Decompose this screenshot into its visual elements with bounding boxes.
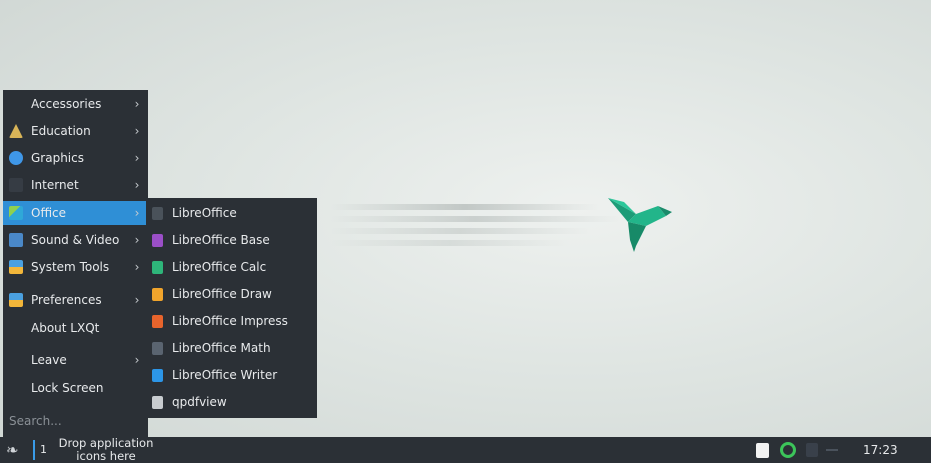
- submenu-item-label: qpdfview: [172, 395, 227, 409]
- submenu-item-libreoffice-impress[interactable]: LibreOffice Impress: [146, 309, 317, 333]
- submenu-item-label: LibreOffice Draw: [172, 287, 272, 301]
- libreoffice-icon: [152, 206, 163, 220]
- libreoffice-base-icon: [152, 233, 163, 247]
- menu-item-label: System Tools: [31, 260, 110, 274]
- menu-item-label: About LXQt: [31, 321, 100, 335]
- libreoffice-draw-icon: [152, 287, 163, 301]
- office-submenu: LibreOffice LibreOffice Base LibreOffice…: [146, 198, 317, 418]
- menu-item-preferences[interactable]: Preferences ›: [3, 288, 148, 312]
- taskbar: ❧ 1 Drop application icons here 17:23: [0, 437, 931, 463]
- submenu-item-libreoffice-calc[interactable]: LibreOffice Calc: [146, 255, 317, 279]
- chevron-right-icon: ›: [134, 233, 140, 247]
- menu-item-label: Sound & Video: [31, 233, 120, 247]
- libreoffice-impress-icon: [152, 314, 163, 328]
- submenu-item-libreoffice[interactable]: LibreOffice: [146, 201, 317, 225]
- hummingbird-logo: [608, 198, 672, 252]
- menu-item-lock-screen[interactable]: Lock Screen: [3, 376, 148, 400]
- wallpaper-streak: [330, 204, 600, 210]
- menu-item-sound-video[interactable]: Sound & Video ›: [3, 228, 148, 252]
- menu-item-label: Accessories: [31, 97, 102, 111]
- chevron-right-icon: ›: [134, 178, 140, 192]
- wallpaper-streak: [330, 228, 590, 234]
- network-icon[interactable]: [806, 443, 818, 457]
- menu-item-label: Lock Screen: [31, 381, 104, 395]
- quicklaunch-placeholder: Drop application icons here: [52, 437, 160, 463]
- wallpaper-streak: [330, 216, 620, 222]
- quicklaunch-text: icons here: [76, 449, 136, 463]
- submenu-item-libreoffice-writer[interactable]: LibreOffice Writer: [146, 363, 317, 387]
- system-tools-icon: [9, 260, 23, 274]
- submenu-item-libreoffice-base[interactable]: LibreOffice Base: [146, 228, 317, 252]
- search-input[interactable]: Search...: [9, 414, 62, 428]
- menu-item-system-tools[interactable]: System Tools ›: [3, 255, 148, 279]
- menu-item-internet[interactable]: Internet ›: [3, 173, 148, 197]
- libreoffice-math-icon: [152, 341, 163, 355]
- chevron-right-icon: ›: [134, 124, 140, 138]
- menu-item-education[interactable]: Education ›: [3, 119, 148, 143]
- clipboard-icon[interactable]: [756, 443, 769, 458]
- libreoffice-calc-icon: [152, 260, 163, 274]
- menu-item-about-lxqt[interactable]: About LXQt: [3, 316, 148, 340]
- menu-item-office[interactable]: Office ›: [3, 201, 148, 225]
- submenu-item-libreoffice-math[interactable]: LibreOffice Math: [146, 336, 317, 360]
- menu-item-graphics[interactable]: Graphics ›: [3, 146, 148, 170]
- submenu-item-label: LibreOffice Impress: [172, 314, 288, 328]
- preferences-icon: [9, 293, 23, 307]
- chevron-right-icon: ›: [134, 151, 140, 165]
- application-menu: Accessories › Education › Graphics › Int…: [3, 90, 148, 437]
- menu-item-label: Leave: [31, 353, 67, 367]
- graphics-icon: [9, 151, 23, 165]
- education-icon: [9, 124, 23, 138]
- menu-item-label: Preferences: [31, 293, 102, 307]
- libreoffice-writer-icon: [152, 368, 163, 382]
- menu-item-accessories[interactable]: Accessories ›: [3, 92, 148, 116]
- update-notifier-icon[interactable]: [780, 442, 796, 458]
- submenu-item-label: LibreOffice Writer: [172, 368, 278, 382]
- chevron-right-icon: ›: [134, 293, 140, 307]
- menu-item-label: Office: [31, 206, 67, 220]
- submenu-item-label: LibreOffice Calc: [172, 260, 267, 274]
- chevron-right-icon: ›: [134, 260, 140, 274]
- office-icon: [9, 206, 23, 220]
- chevron-right-icon: ›: [134, 353, 140, 367]
- submenu-item-label: LibreOffice Base: [172, 233, 270, 247]
- submenu-item-label: LibreOffice Math: [172, 341, 271, 355]
- menu-item-label: Internet: [31, 178, 79, 192]
- qpdfview-icon: [152, 395, 163, 409]
- chevron-right-icon: ›: [134, 97, 140, 111]
- submenu-item-label: LibreOffice: [172, 206, 237, 220]
- wallpaper-streak: [330, 240, 570, 246]
- clock[interactable]: 17:23: [863, 443, 898, 457]
- desktop-switcher[interactable]: 1: [33, 440, 47, 460]
- sound-video-icon: [9, 233, 23, 247]
- menu-item-leave[interactable]: Leave ›: [3, 348, 148, 372]
- submenu-item-libreoffice-draw[interactable]: LibreOffice Draw: [146, 282, 317, 306]
- volume-icon[interactable]: [826, 449, 838, 451]
- menu-item-label: Education: [31, 124, 91, 138]
- lxqt-menu-icon[interactable]: ❧: [6, 441, 24, 459]
- menu-item-label: Graphics: [31, 151, 84, 165]
- internet-icon: [9, 178, 23, 192]
- chevron-right-icon: ›: [134, 206, 140, 220]
- submenu-item-qpdfview[interactable]: qpdfview: [146, 390, 317, 414]
